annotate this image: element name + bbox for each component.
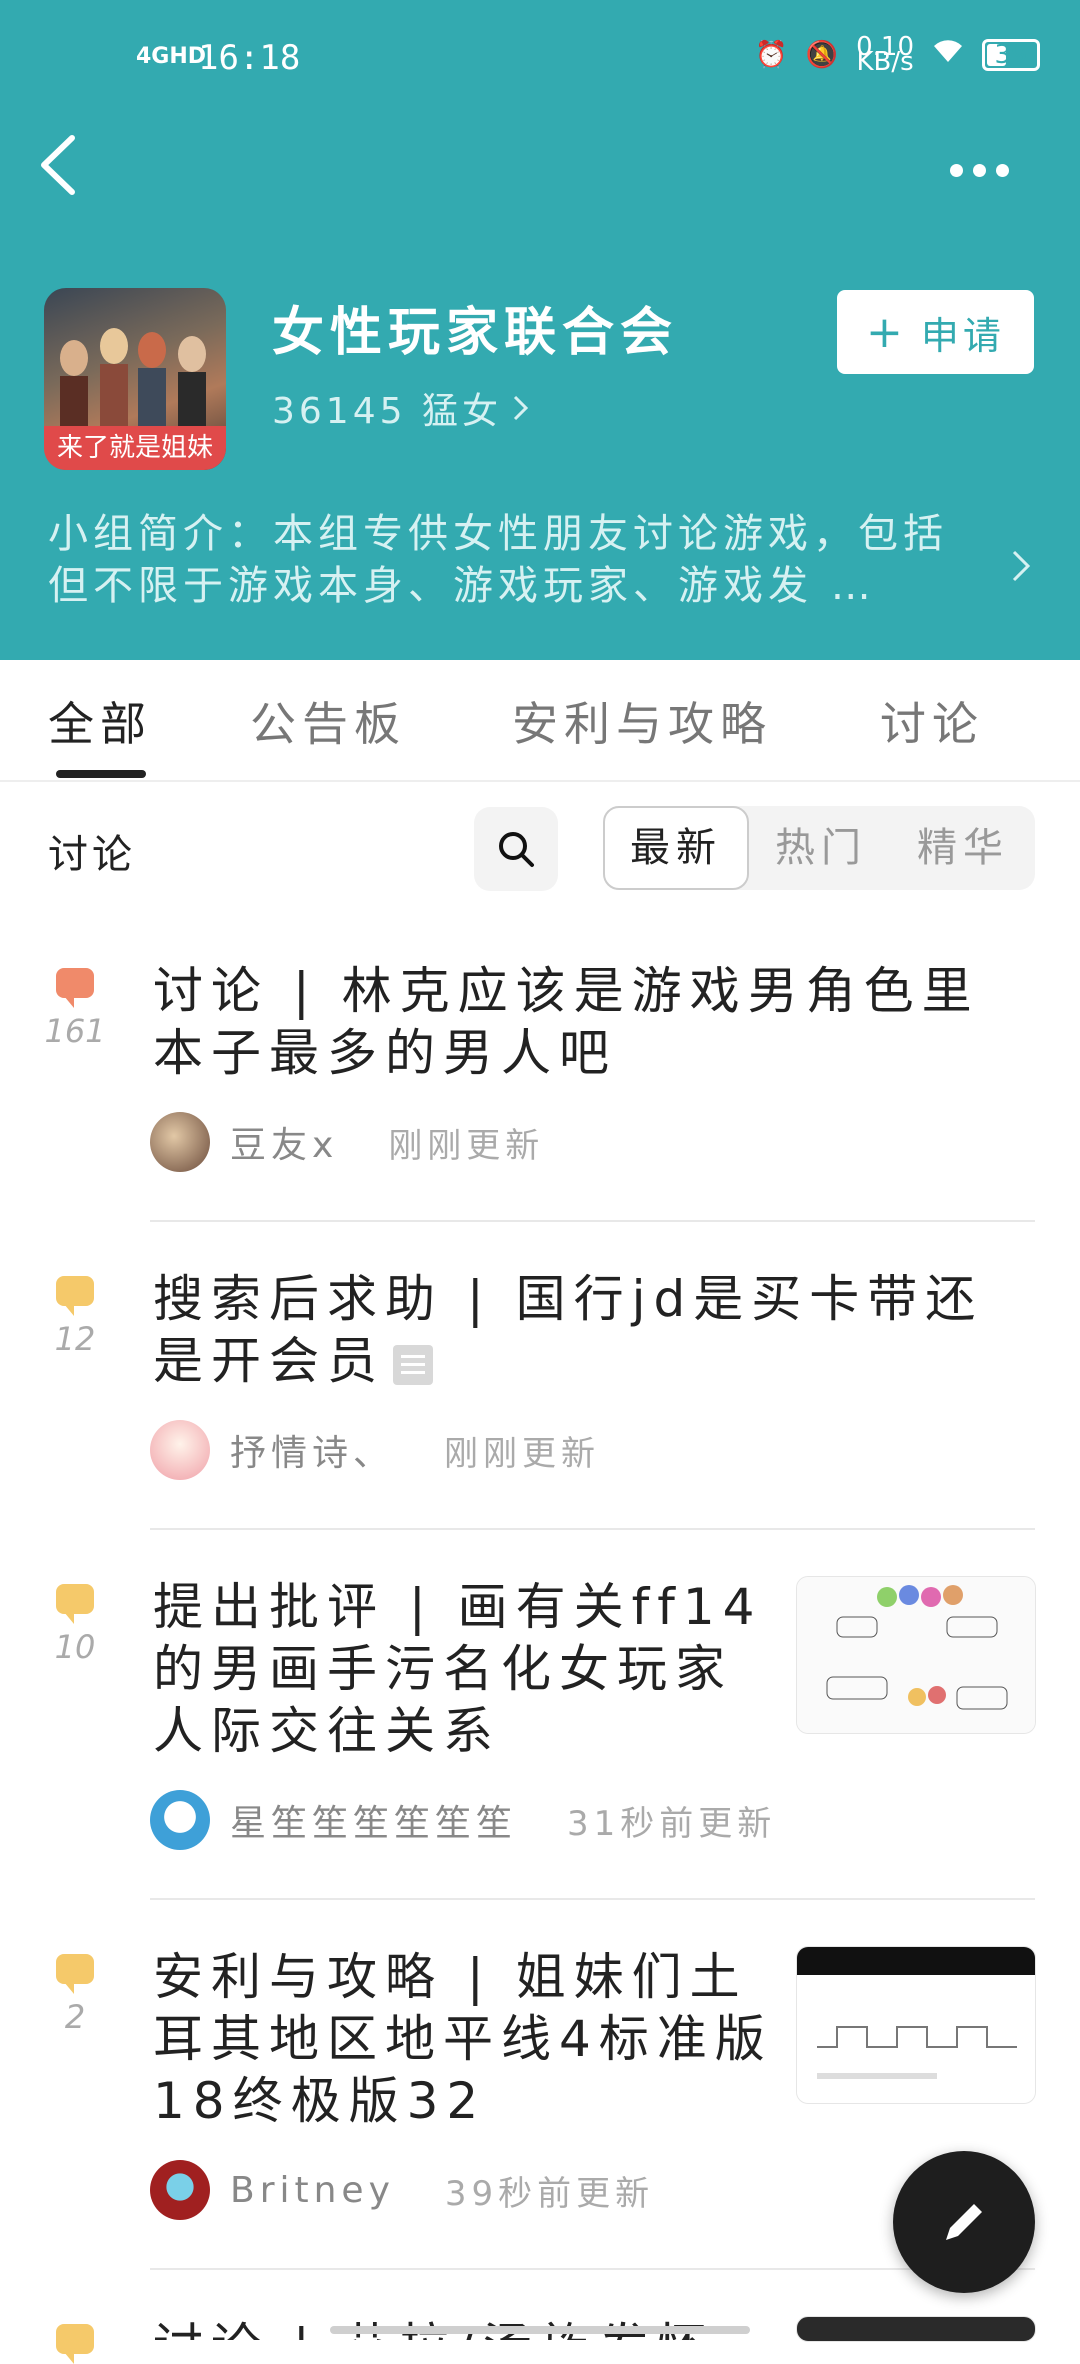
comment-count: 2 — [64, 1998, 86, 2036]
search-button[interactable] — [474, 807, 558, 891]
avatar-tag: 来了就是姐妹 — [44, 426, 226, 470]
sort-featured[interactable]: 精华 — [895, 806, 1031, 890]
author-name[interactable]: 抒情诗、 — [230, 1424, 394, 1476]
post-meta: 星笙笙笙笙笙笙 31秒前更新 — [150, 1790, 776, 1850]
wifi-icon — [932, 38, 964, 71]
post-meta: 抒情诗、 刚刚更新 — [150, 1420, 600, 1480]
divider — [150, 1898, 1035, 1900]
tab-all[interactable]: 全部 — [48, 688, 152, 754]
back-button[interactable] — [34, 130, 94, 210]
filter-category-label: 讨论 — [48, 832, 136, 878]
document-icon — [393, 1344, 433, 1385]
post-thumbnail[interactable] — [796, 2316, 1036, 2342]
comment-icon — [56, 1276, 94, 1316]
status-time: 16:18 — [198, 38, 301, 78]
post-thumbnail[interactable] — [796, 1576, 1036, 1734]
post-title: 提出批评 | 画有关ff14的男画手污名化女玩家人际交往关系 — [153, 1578, 763, 1760]
post-title: 搜索后求助 | 国行jd是买卡带还是开会员 — [153, 1270, 984, 1390]
post-title: 讨论 | 林克应该是游戏男角色里本子最多的男人吧 — [153, 962, 980, 1082]
comment-icon — [56, 968, 94, 1008]
group-intro[interactable]: 小组简介：本组专供女性朋友讨论游戏，包括但不限于游戏本身、游戏玩家、游戏发 … — [48, 508, 988, 612]
sort-hot[interactable]: 热门 — [753, 806, 889, 890]
divider — [150, 2268, 1035, 2270]
tab-bar: 全部 公告板 安利与攻略 讨论 — [0, 660, 1080, 782]
pen-icon — [946, 2204, 982, 2240]
avatar[interactable] — [150, 2160, 210, 2220]
net-speed: 0.10 KB/s — [856, 31, 914, 77]
author-name[interactable]: 星笙笙笙笙笙笙 — [230, 1794, 517, 1846]
network-indicator: 4GHD — [136, 44, 207, 69]
post-meta: 豆友x 刚刚更新 — [150, 1112, 544, 1172]
group-header: 4GHD 16:18 ⏰ 🔕 0.10 KB/s 39 来了就是姐妹 女性玩家联… — [0, 0, 1080, 660]
apply-join-button[interactable]: + 申请 — [837, 290, 1034, 374]
update-time: 31秒前更新 — [567, 1803, 777, 1844]
comment-icon — [56, 1584, 94, 1624]
mute-icon: 🔕 — [805, 39, 839, 70]
group-avatar[interactable]: 来了就是姐妹 — [44, 288, 226, 470]
comment-count: 12 — [54, 1320, 96, 1358]
apply-label: 申请 — [920, 313, 1005, 358]
active-tab-indicator — [56, 770, 146, 778]
avatar[interactable] — [150, 1790, 210, 1850]
members-count: 36145 猛女 — [272, 391, 502, 432]
divider — [150, 1528, 1035, 1530]
more-options-button[interactable] — [950, 150, 1020, 190]
divider — [150, 1220, 1035, 1222]
sort-latest[interactable]: 最新 — [603, 806, 749, 890]
post-title: 安利与攻略 | 姐妹们土耳其地区地平线4标准版18终极版32 — [153, 1948, 773, 2130]
group-name: 女性玩家联合会 — [272, 303, 679, 363]
comment-count: 161 — [44, 1012, 106, 1050]
chevron-right-icon — [513, 395, 529, 421]
sort-segmented-control: 最新 热门 精华 — [603, 806, 1035, 890]
comment-icon — [56, 2324, 94, 2364]
update-time: 刚刚更新 — [444, 1433, 601, 1474]
post-meta: Britney 39秒前更新 — [150, 2160, 654, 2220]
author-name[interactable]: Britney — [230, 2170, 395, 2211]
tab-discussion[interactable]: 讨论 — [880, 688, 984, 754]
home-indicator[interactable] — [330, 2326, 750, 2334]
comment-count: 10 — [54, 1628, 96, 1666]
status-bar: 4GHD 16:18 ⏰ 🔕 0.10 KB/s 39 — [0, 30, 1080, 90]
plus-icon: + — [866, 306, 907, 358]
tab-guides[interactable]: 安利与攻略 — [512, 688, 772, 754]
group-members-link[interactable]: 36145 猛女 — [272, 382, 532, 434]
post-thumbnail[interactable] — [796, 1946, 1036, 2104]
search-icon — [499, 832, 534, 867]
author-name[interactable]: 豆友x — [230, 1116, 338, 1168]
avatar[interactable] — [150, 1420, 210, 1480]
compose-post-button[interactable] — [893, 2151, 1035, 2293]
tab-bulletin[interactable]: 公告板 — [250, 688, 406, 754]
avatar[interactable] — [150, 1112, 210, 1172]
battery-icon: 39 — [982, 38, 1040, 71]
comment-icon — [56, 1954, 94, 1994]
update-time: 刚刚更新 — [388, 1125, 545, 1166]
chevron-right-icon[interactable] — [1008, 546, 1034, 590]
update-time: 39秒前更新 — [444, 2173, 655, 2214]
alarm-icon: ⏰ — [755, 39, 788, 70]
